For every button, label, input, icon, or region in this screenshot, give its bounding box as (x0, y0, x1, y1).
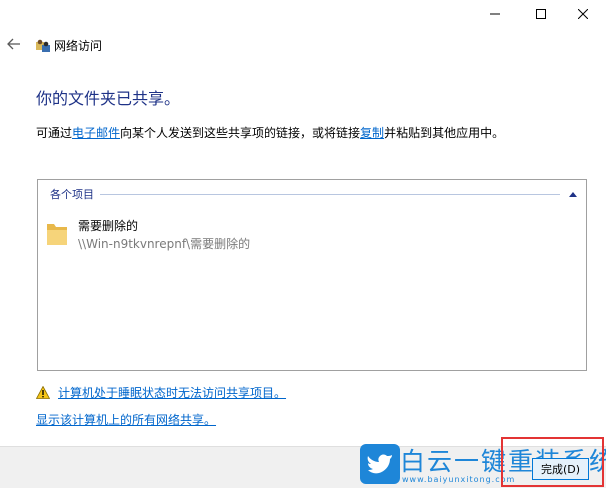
maximize-icon (536, 9, 546, 19)
show-all-shares-link[interactable]: 显示该计算机上的所有网络共享。 (36, 411, 216, 428)
group-label: 各个项目 (50, 188, 94, 201)
highlight-annotation (501, 437, 604, 487)
desc-middle: 向某个人发送到这些共享项的链接，或将链接 (120, 126, 361, 140)
group-header[interactable]: 各个项目 (50, 187, 578, 201)
network-users-icon (36, 39, 50, 52)
list-item[interactable]: 需要删除的 \\Win-n9tkvnrepnf\需要删除的 (44, 216, 344, 252)
back-button[interactable] (4, 34, 24, 54)
close-button[interactable] (560, 0, 606, 28)
page-headline: 你的文件夹已共享。 (36, 89, 181, 108)
title-bar (0, 0, 606, 28)
group-divider (100, 193, 560, 195)
sleep-warning-link[interactable]: 计算机处于睡眠状态时无法访问共享项目。 (58, 384, 286, 401)
shared-items-list[interactable]: 各个项目 需要删除的 \\Win-n9tkvnrepnf\需要删除的 (37, 179, 587, 371)
back-arrow-icon (7, 38, 20, 50)
minimize-icon (490, 13, 500, 15)
item-name: 需要删除的 (78, 219, 139, 233)
window-title: 网络访问 (54, 39, 103, 53)
warning-icon (36, 386, 50, 399)
desc-suffix: 并粘贴到其他应用中。 (384, 126, 505, 140)
email-link[interactable]: 电子邮件 (72, 126, 120, 140)
chevron-up-icon (569, 192, 577, 197)
close-icon (578, 9, 588, 19)
bird-logo-icon (360, 444, 400, 484)
item-path: \\Win-n9tkvnrepnf\需要删除的 (78, 237, 251, 251)
group-collapse-button[interactable] (568, 189, 578, 199)
folder-icon (47, 224, 67, 245)
maximize-button[interactable] (518, 0, 564, 28)
copy-link[interactable]: 复制 (360, 126, 384, 140)
share-description: 可通过电子邮件向某个人发送到这些共享项的链接，或将链接复制并粘贴到其他应用中。 (36, 124, 504, 141)
watermark-url: www.baiyunxitong.com (402, 475, 516, 484)
sleep-warning-row: 计算机处于睡眠状态时无法访问共享项目。 (36, 384, 286, 401)
minimize-button[interactable] (472, 0, 518, 28)
desc-prefix: 可通过 (36, 126, 73, 140)
